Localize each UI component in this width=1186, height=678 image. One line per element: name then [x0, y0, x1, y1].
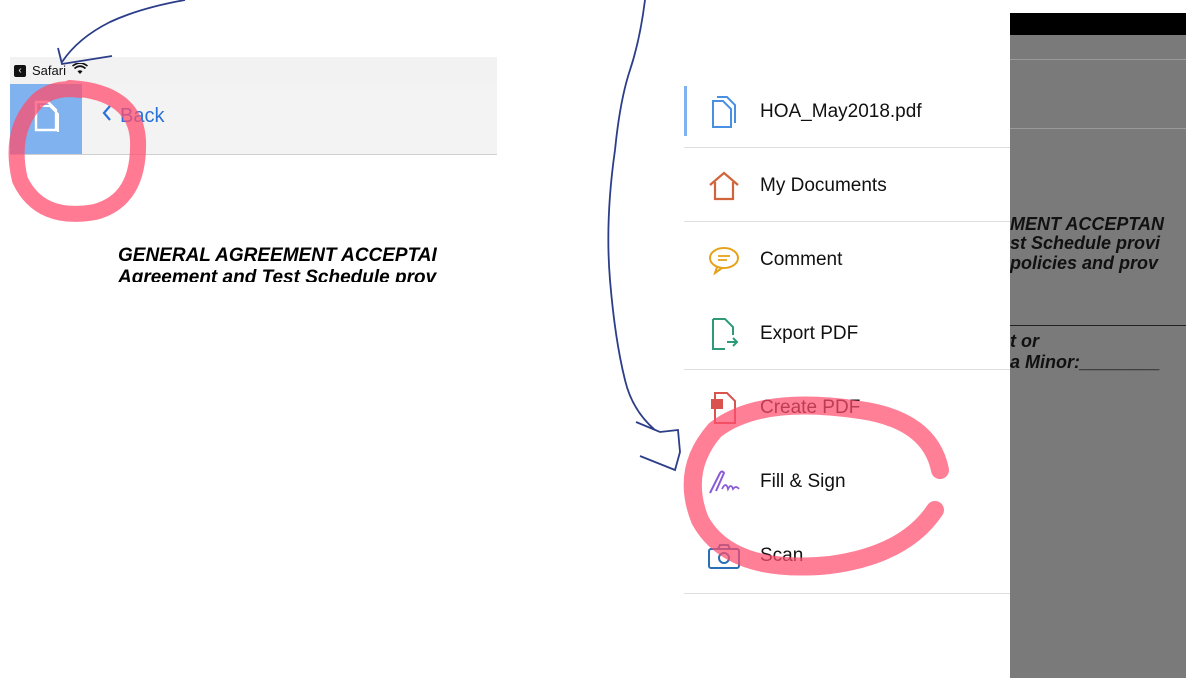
divider: [1010, 59, 1186, 60]
menu-item-create-pdf[interactable]: Create PDF: [684, 371, 1012, 445]
menu-item-label: Comment: [760, 249, 843, 270]
status-app-label[interactable]: Safari: [32, 63, 66, 78]
wifi-icon: [71, 62, 88, 78]
menu-item-label: Scan: [760, 545, 804, 566]
menu-item-fill-sign[interactable]: Fill & Sign: [684, 445, 1012, 519]
doc-heading: GENERAL AGREEMENT ACCEPTAI: [118, 245, 437, 266]
camera-icon: [702, 542, 746, 570]
divider: [1010, 128, 1186, 129]
preview-text-line: t or: [1010, 331, 1039, 351]
document-page-text: GENERAL AGREEMENT ACCEPTAI Agreement and…: [118, 245, 498, 282]
create-pdf-icon: [702, 391, 746, 425]
menu-item-scan[interactable]: Scan: [684, 519, 1012, 593]
ink-arrow-annotation: [635, 421, 681, 472]
documents-icon: [32, 100, 60, 139]
preview-text-line: MENT ACCEPTAN: [1010, 214, 1164, 234]
document-preview[interactable]: MENT ACCEPTAN st Schedule provi policies…: [1010, 35, 1186, 678]
divider: [684, 147, 1012, 148]
divider: [684, 221, 1012, 222]
divider: [684, 369, 1012, 370]
menu-item-comment[interactable]: Comment: [684, 223, 1012, 297]
ink-arrow-annotation: [61, 0, 186, 63]
fill-sign-icon: [702, 467, 746, 497]
nav-bar: Back: [10, 84, 497, 155]
menu-item-label: Export PDF: [760, 323, 859, 344]
home-icon: [702, 170, 746, 202]
preview-text-line: policies and prov: [1010, 253, 1159, 273]
menu-item-label: Fill & Sign: [760, 471, 846, 492]
preview-top-bar: [1010, 13, 1186, 35]
ink-arrow-annotation: [607, 0, 656, 431]
menu-item-current-file[interactable]: HOA_May2018.pdf: [684, 75, 1012, 149]
signature-line: [1010, 325, 1186, 326]
back-label: Back: [120, 104, 165, 127]
chevron-left-icon: [102, 104, 112, 128]
menu-item-my-documents[interactable]: My Documents: [684, 149, 1012, 223]
document-icon: [702, 95, 746, 129]
preview-text-line: a Minor:________: [1010, 352, 1161, 372]
menu-item-export-pdf[interactable]: Export PDF: [684, 297, 1012, 371]
doc-subheading: Agreement and Test Schedule prov: [118, 267, 437, 282]
preview-text-line: st Schedule provi: [1010, 233, 1161, 253]
comment-icon: [702, 245, 746, 275]
documents-tab-button[interactable]: [10, 84, 82, 154]
back-button[interactable]: Back: [102, 104, 164, 128]
status-bar: ‹ Safari: [10, 57, 497, 84]
divider: [684, 593, 1012, 594]
back-to-app-icon[interactable]: ‹: [14, 64, 26, 77]
menu-item-label: My Documents: [760, 175, 887, 196]
export-pdf-icon: [702, 317, 746, 351]
menu-item-label: HOA_May2018.pdf: [760, 101, 922, 122]
menu-item-label: Create PDF: [760, 397, 861, 418]
